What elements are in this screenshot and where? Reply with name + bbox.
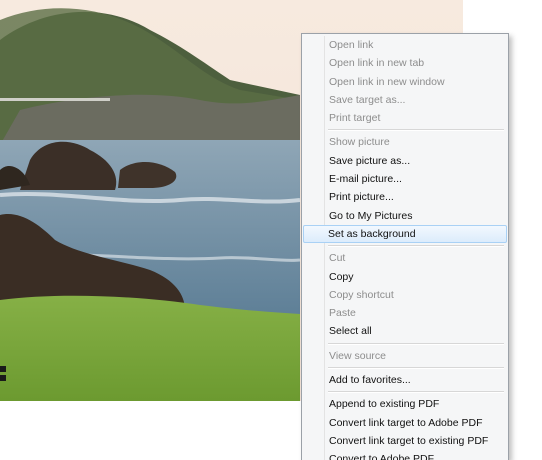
menu-item-go-to-my-pictures[interactable]: Go to My Pictures — [304, 207, 506, 225]
menu-item-show-picture: Show picture — [329, 136, 390, 149]
menu-item-e-mail-picture[interactable]: E-mail picture... — [304, 170, 506, 188]
menu-item-cut: Cut — [329, 252, 346, 265]
menu-item-copy[interactable]: Copy — [304, 268, 506, 286]
menu-item-paste: Paste — [329, 307, 356, 320]
menu-item-copy-shortcut: Copy shortcut — [329, 288, 394, 301]
icon-fragment — [0, 375, 6, 381]
menu-item-save-target-as: Save target as... — [329, 93, 406, 106]
menu-item-open-link-in-new-tab: Open link in new tab — [329, 57, 425, 70]
menu-item-view-source: View source — [329, 349, 387, 362]
menu-item-print-target: Print target — [329, 112, 381, 125]
context-menu[interactable]: Open link Open link in new tab Open link i… — [301, 33, 509, 460]
desktop-shortcut-icon[interactable] — [0, 366, 6, 384]
menu-item-add-to-favorites[interactable]: Add to favorites... — [304, 371, 506, 389]
menu-item-print-picture[interactable]: Print picture... — [304, 188, 506, 206]
menu-item-convert-link-target-to-adobe-pdf[interactable]: Convert link target to Adobe PDF — [304, 414, 506, 432]
menu-item-set-as-background[interactable]: Set as background — [303, 224, 507, 244]
context-menu-list: Open link Open link in new tab Open link i… — [302, 34, 508, 460]
menu-item-convert-link-target-to-existing-pdf[interactable]: Convert link target to existing PDF — [304, 432, 506, 450]
menu-item-convert-to-adobe-pdf[interactable]: Convert to Adobe PDF — [304, 450, 506, 460]
menu-item-save-picture-as[interactable]: Save picture as... — [304, 152, 506, 170]
menu-item-select-all[interactable]: Select all — [304, 322, 506, 340]
menu-item-open-link: Open link — [329, 39, 374, 51]
menu-item-open-link-in-new-window: Open link in new window — [329, 75, 445, 88]
menu-item-append-to-existing-pdf[interactable]: Append to existing PDF — [304, 395, 506, 413]
icon-fragment — [0, 366, 6, 372]
